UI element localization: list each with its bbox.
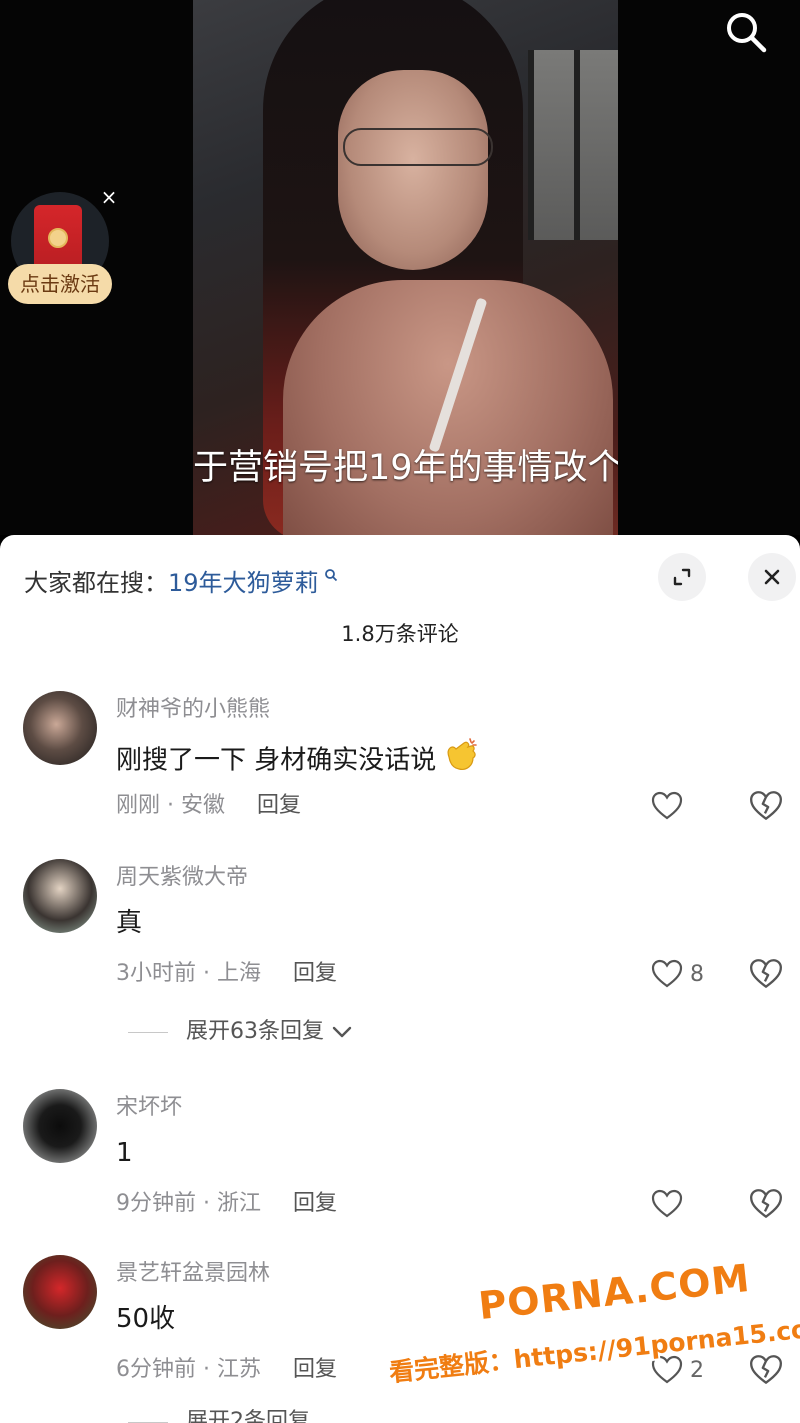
comment-text: 真 — [116, 908, 143, 938]
heart-icon — [651, 1189, 683, 1218]
like-button[interactable] — [650, 1184, 690, 1224]
comment-username[interactable]: 周天紫微大帝 — [116, 861, 248, 895]
reply-button[interactable]: 回复 — [293, 1357, 337, 1382]
expand-replies-label: 展开2条回复 — [186, 1409, 310, 1423]
avatar[interactable] — [23, 859, 97, 933]
comment-item: 财神爷的小熊熊 刚搜了一下 身材确实没话说 刚刚 · 安徽 回复 — [0, 691, 800, 841]
heart-icon — [651, 791, 683, 820]
divider-line — [128, 1031, 168, 1033]
comment-meta: 3小时前 · 上海 回复 — [116, 961, 338, 986]
comment-count: 1.8万条评论 — [341, 622, 459, 646]
dislike-button[interactable] — [748, 1186, 784, 1222]
broken-heart-icon — [750, 791, 782, 820]
comment-meta: 6分钟前 · 江苏 回复 — [116, 1357, 338, 1382]
video-subtitle: 于营销号把19年的事情改个 — [193, 448, 618, 488]
avatar[interactable] — [23, 1089, 97, 1163]
small-search-icon — [319, 567, 338, 586]
comment-username[interactable]: 景艺轩盆景园林 — [116, 1257, 270, 1291]
red-packet-activate-label[interactable]: 点击激活 — [8, 264, 112, 304]
comment-text: 1 — [116, 1138, 133, 1168]
avatar[interactable] — [23, 691, 97, 765]
like-count: 8 — [690, 961, 704, 987]
red-packet-widget[interactable]: × 点击激活 — [8, 187, 120, 308]
video-player[interactable]: 于营销号把19年的事情改个 — [0, 0, 800, 535]
like-count: 2 — [690, 1357, 704, 1383]
comment-item: 宋坏坏 1 9分钟前 · 浙江 回复 — [0, 1089, 800, 1239]
reply-button[interactable]: 回复 — [293, 961, 337, 986]
dislike-button[interactable] — [748, 956, 784, 992]
comment-location: 江苏 — [216, 1357, 261, 1382]
comment-location: 安徽 — [181, 793, 226, 818]
broken-heart-icon — [750, 959, 782, 988]
broken-heart-icon — [750, 1189, 782, 1218]
hot-search-prefix: 大家都在搜： — [24, 569, 168, 597]
comment-location: 上海 — [216, 961, 261, 986]
hot-search-bar[interactable]: 大家都在搜：19年大狗萝莉 — [24, 555, 338, 599]
comment-time: 3小时前 — [116, 961, 196, 986]
red-packet-coin-icon — [48, 228, 68, 248]
red-packet-close-icon[interactable]: × — [100, 187, 118, 207]
comment-username[interactable]: 宋坏坏 — [116, 1091, 182, 1125]
expand-replies-button[interactable]: 展开2条回复 — [128, 1405, 310, 1423]
search-icon[interactable] — [722, 8, 770, 56]
comment-meta: 9分钟前 · 浙江 回复 — [116, 1191, 338, 1216]
comment-item: 周天紫微大帝 真 3小时前 · 上海 回复 8 展开63条回复 — [0, 859, 800, 1059]
expand-replies-button[interactable]: 展开63条回复 — [128, 1015, 353, 1049]
video-figure-face — [338, 70, 488, 270]
dislike-button[interactable] — [748, 788, 784, 824]
hot-search-keyword[interactable]: 19年大狗萝莉 — [168, 569, 319, 597]
video-comment-screen: 于营销号把19年的事情改个 × 点击激活 大家都在搜：19年大狗萝莉 1.8万条… — [0, 0, 800, 1423]
comment-username[interactable]: 财神爷的小熊熊 — [116, 693, 270, 727]
avatar[interactable] — [23, 1255, 97, 1329]
reply-button[interactable]: 回复 — [257, 793, 301, 818]
dislike-button[interactable] — [748, 1352, 784, 1388]
reply-button[interactable]: 回复 — [293, 1191, 337, 1216]
expand-replies-label: 展开63条回复 — [186, 1019, 324, 1044]
comment-text-content: 刚搜了一下 身材确实没话说 — [116, 745, 437, 776]
background-window — [528, 50, 618, 240]
broken-heart-icon — [750, 1355, 782, 1384]
clapping-hands-emoji — [440, 735, 480, 787]
close-icon — [764, 569, 780, 585]
heart-icon — [651, 959, 683, 988]
close-panel-button[interactable] — [748, 553, 796, 601]
comment-time: 6分钟前 — [116, 1357, 196, 1382]
expand-icon — [673, 568, 691, 586]
comment-text: 刚搜了一下 身材确实没话说 — [116, 735, 480, 787]
comment-text: 50收 — [116, 1304, 176, 1334]
comment-time: 刚刚 — [116, 793, 161, 818]
like-button[interactable] — [650, 786, 690, 826]
like-button[interactable]: 8 — [650, 954, 704, 994]
comment-location: 浙江 — [216, 1191, 261, 1216]
expand-panel-button[interactable] — [658, 553, 706, 601]
comment-meta: 刚刚 · 安徽 回复 — [116, 793, 302, 818]
video-figure-glasses — [343, 128, 493, 166]
divider-line — [128, 1421, 168, 1423]
comment-time: 9分钟前 — [116, 1191, 196, 1216]
chevron-down-icon — [332, 1026, 352, 1038]
